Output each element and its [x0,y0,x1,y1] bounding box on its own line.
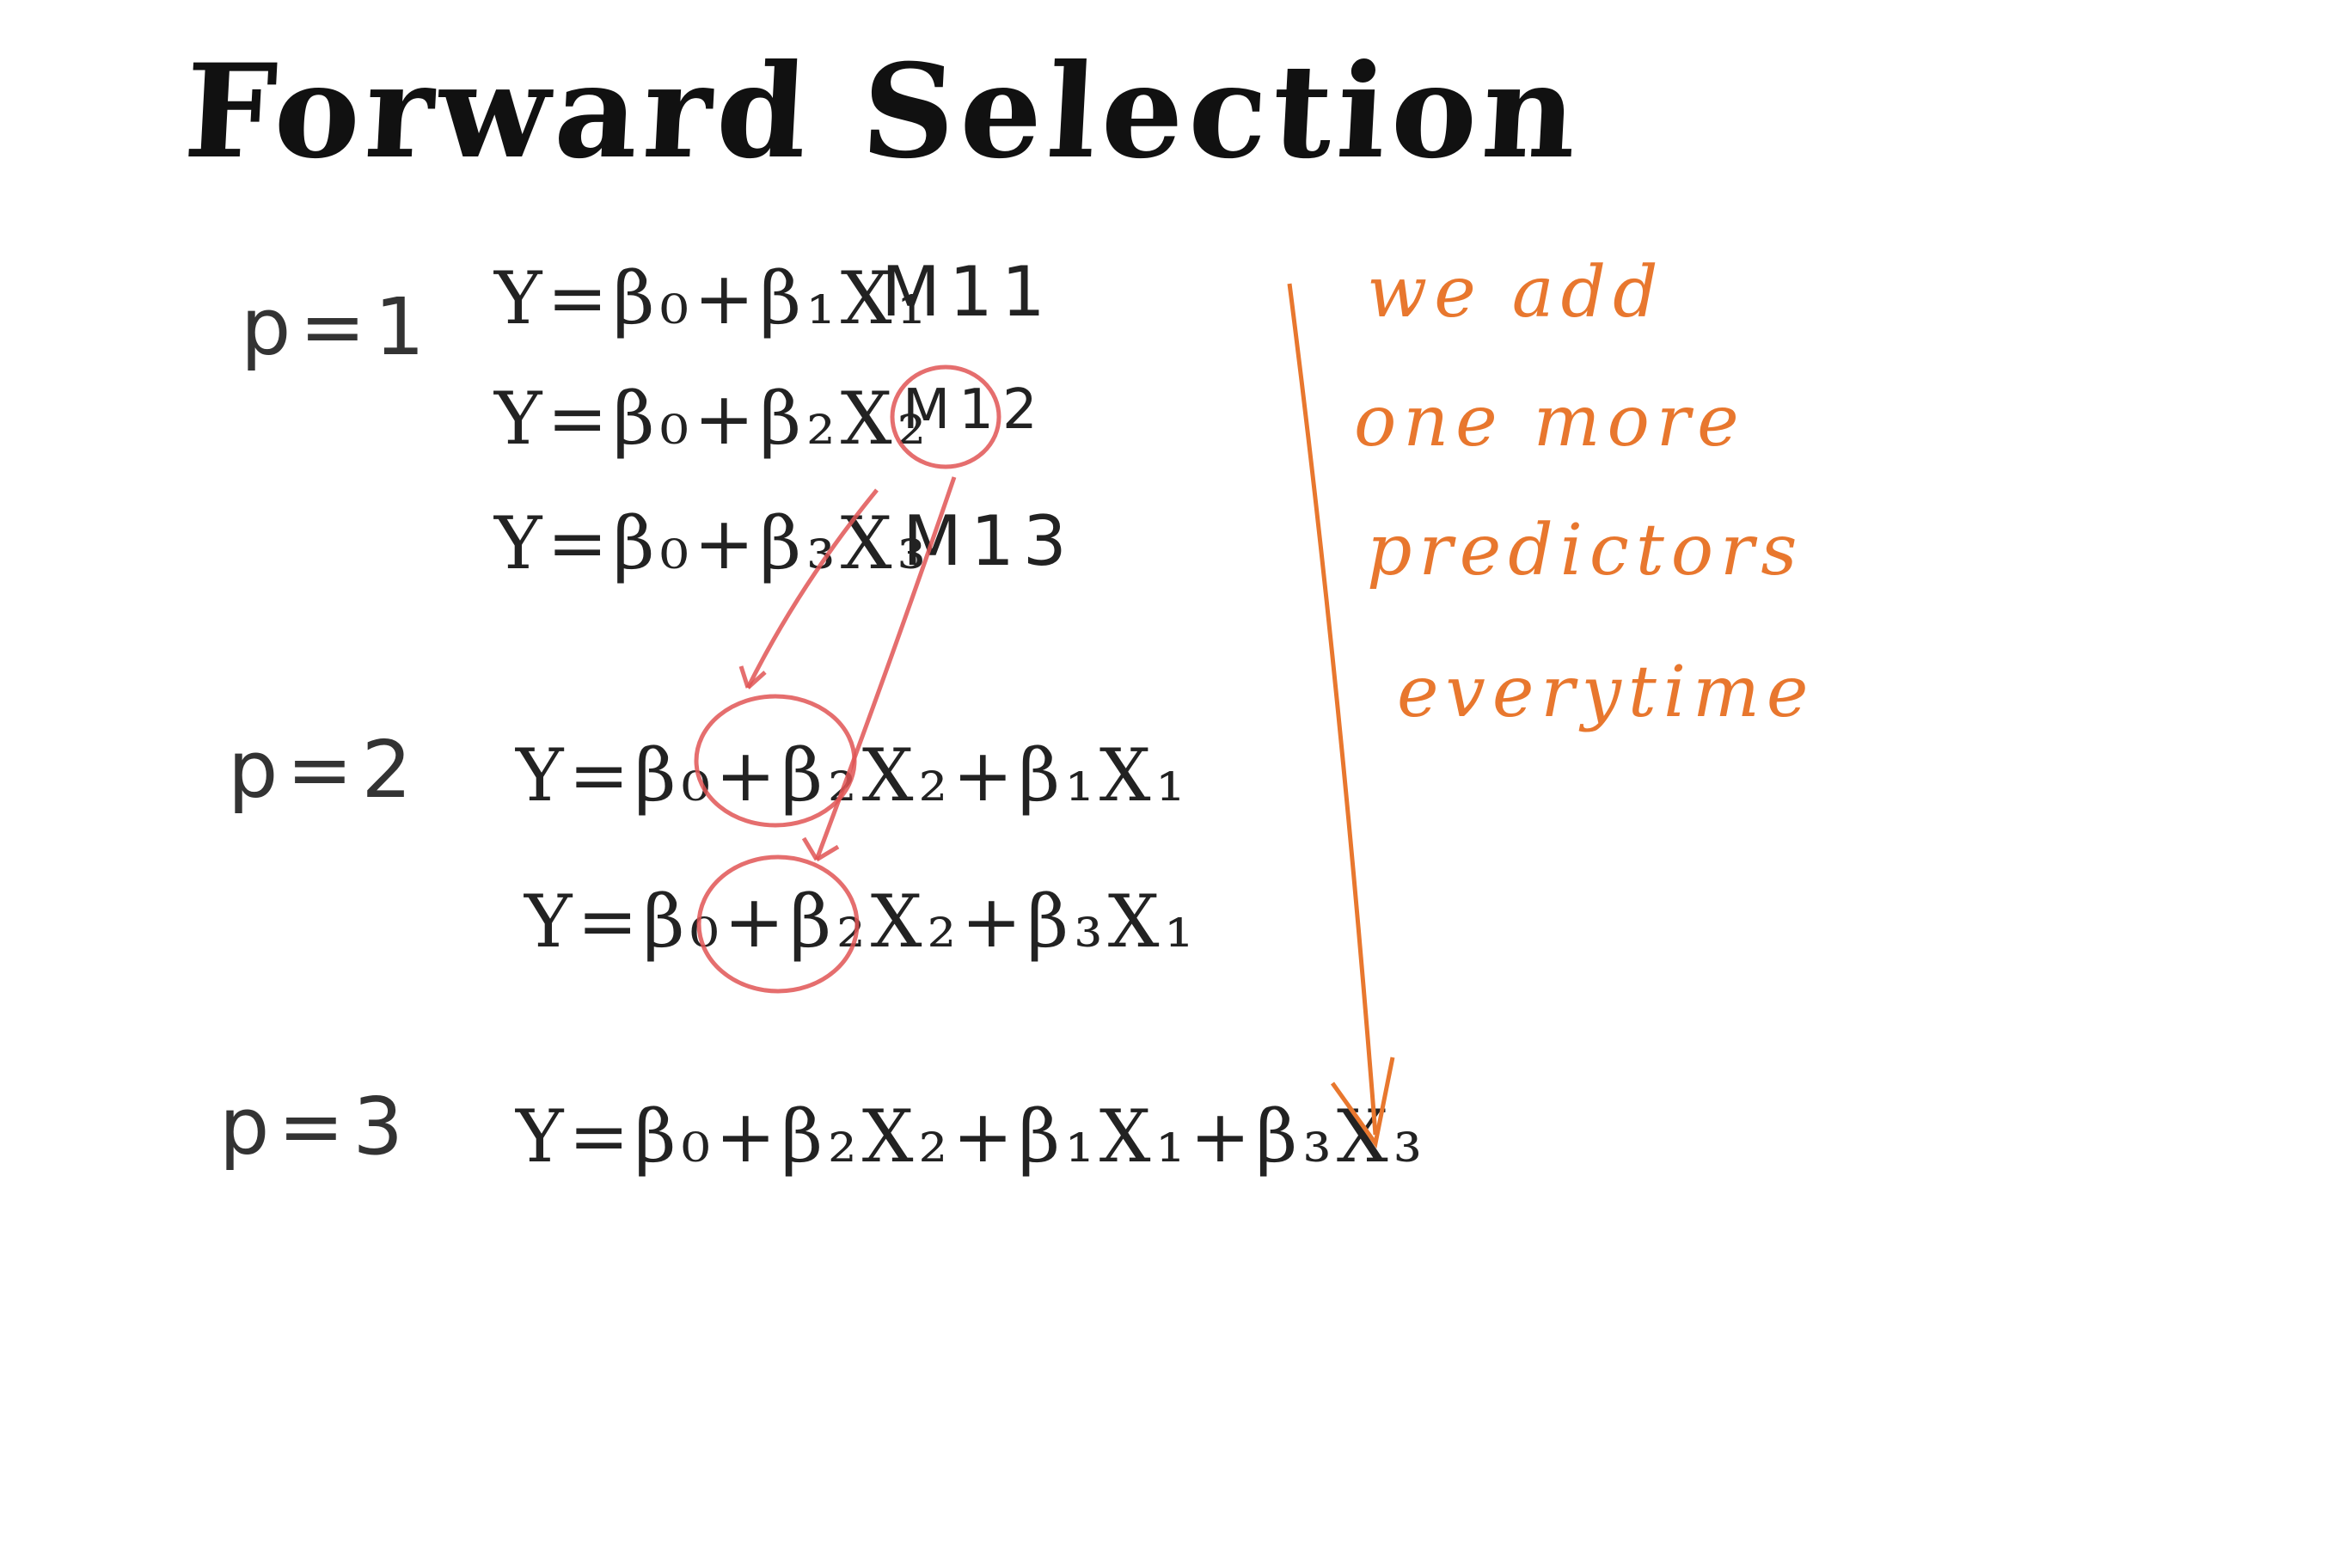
note-line-1: we add [1367,252,1665,334]
equation-p2-a: Y=β₀+β₂X₂+β₁X₁ [516,733,1191,818]
note-line-2: one more [1354,381,1746,462]
highlight-arrowhead-1 [738,665,767,689]
equation-p1-m13: Y=β₀+β₃X₃ [494,501,932,585]
model-label-m12: M12 [903,378,1046,442]
model-label-m13: M13 [903,501,1075,581]
equation-p2-b: Y=β₀+β₂X₂+β₃X₁ [524,879,1199,964]
note-line-4: everytime [1397,652,1816,733]
equation-p1-m12: Y=β₀+β₂X₂ [494,377,932,461]
whiteboard-canvas: Forward Selection p=1 Y=β₀+β₁X₁ M11 Y=β₀… [0,0,2352,1568]
page-title: Forward Selection [181,36,1586,187]
p-label-3: p=3 [219,1081,413,1173]
p-label-2: p=2 [228,724,421,816]
note-line-3: predictors [1367,510,1804,591]
model-label-m11: M11 [881,252,1054,332]
highlight-arrowhead-2 [801,836,840,862]
equation-p1-m11: Y=β₀+β₁X₁ [494,256,932,340]
p-label-1: p=1 [241,281,434,373]
equation-p3: Y=β₀+β₂X₂+β₁X₁+β₃X₃ [516,1094,1428,1179]
